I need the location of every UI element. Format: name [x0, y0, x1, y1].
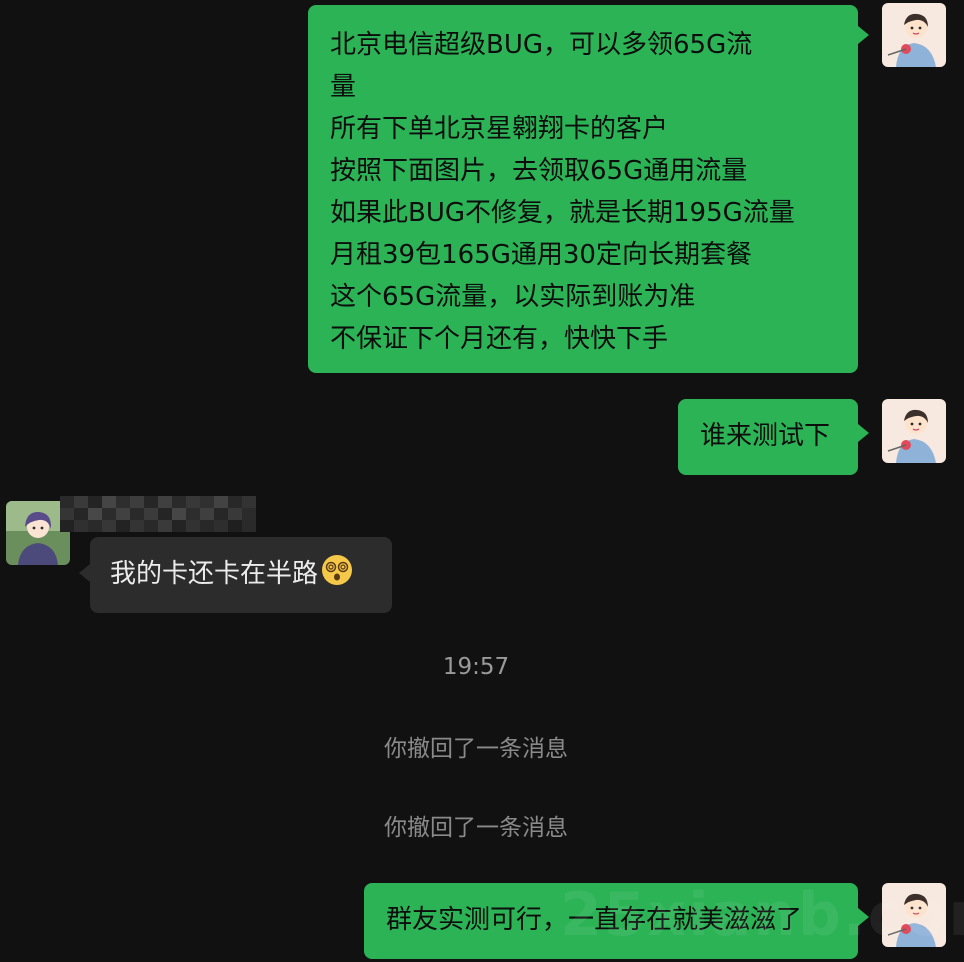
bubble-tail [858, 26, 869, 44]
user-avatar-icon [882, 399, 946, 463]
message-line: 这个65G流量，以实际到账为准 [330, 282, 696, 312]
message-bubble-3[interactable]: 我的卡还卡在半路 [90, 537, 392, 613]
blurred-nickname [60, 496, 256, 534]
message-bubble-2[interactable]: 谁来测试下 [678, 399, 858, 475]
message-line: 所有下单北京星翱翔卡的客户 [330, 114, 669, 144]
message-line: 如果此BUG不修复，就是长期195G流量 [330, 198, 795, 228]
message-line: 量 [330, 72, 357, 102]
bubble-tail [79, 564, 90, 582]
message-text: 我的卡还卡在半路 [110, 553, 372, 595]
message-line: 北京电信超级BUG，可以多领65G流 [330, 30, 753, 60]
recall-notice: 你撤回了一条消息 [384, 815, 568, 841]
chat-window: 北京电信超级BUG，可以多领65G流 量 所有下单北京星翱翔卡的客户 按照下面图… [0, 0, 964, 962]
my-avatar[interactable] [882, 3, 946, 67]
message-line: 按照下面图片，去领取65G通用流量 [330, 156, 748, 186]
timestamp: 19:57 [442, 654, 510, 680]
watermark: 25xianb.com [560, 880, 964, 950]
my-avatar[interactable] [882, 399, 946, 463]
recall-notice: 你撤回了一条消息 [384, 736, 568, 762]
message-line: 不保证下个月还有，快快下手 [330, 324, 669, 354]
face-with-spiral-eyes-emoji [322, 555, 353, 585]
message-bubble-1[interactable]: 北京电信超级BUG，可以多领65G流 量 所有下单北京星翱翔卡的客户 按照下面图… [308, 5, 858, 373]
bubble-tail [858, 424, 869, 442]
message-line: 月租39包165G通用30定向长期套餐 [330, 240, 752, 270]
user-avatar-icon [882, 3, 946, 67]
message-text: 谁来测试下 [700, 421, 831, 451]
